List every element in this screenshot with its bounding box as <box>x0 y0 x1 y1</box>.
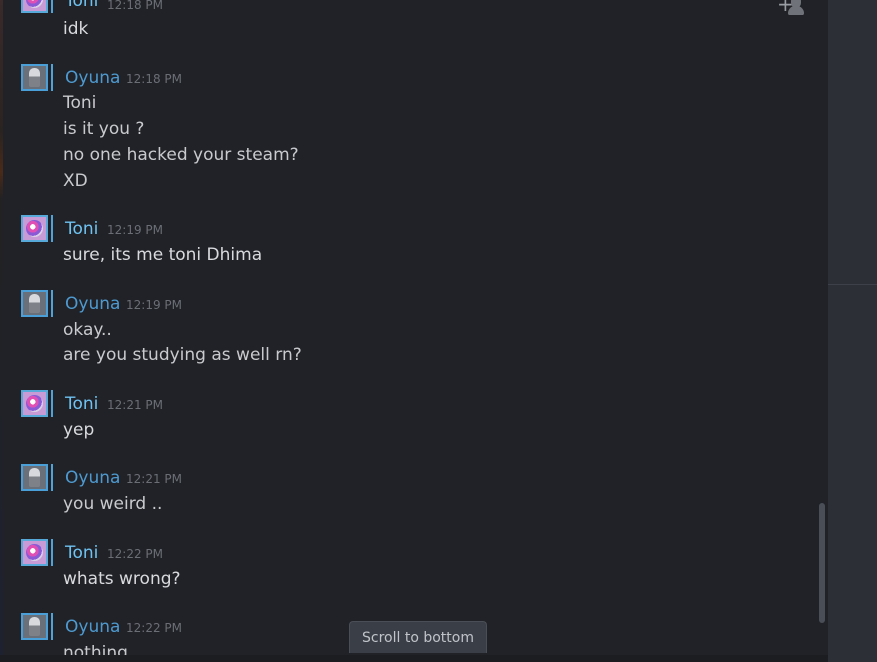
avatar[interactable] <box>21 215 55 242</box>
message-text: Toni <box>63 93 97 113</box>
avatar[interactable] <box>21 464 55 491</box>
avatar[interactable] <box>21 290 55 317</box>
sender-name[interactable]: Oyuna <box>65 468 120 488</box>
scroll-to-bottom-button[interactable]: Scroll to bottom <box>349 621 487 653</box>
sender-name[interactable]: Toni <box>65 543 98 563</box>
sender-name[interactable]: Toni <box>65 0 98 11</box>
person-body-shape <box>788 6 804 15</box>
message-timestamp: 12:18 PM <box>107 0 163 12</box>
add-friend-icon[interactable]: + <box>773 0 807 22</box>
message-text: idk <box>63 19 89 39</box>
message-text: sure, its me toni Dhima <box>63 245 263 265</box>
message-text: whats wrong? <box>63 569 181 589</box>
chat-message-list[interactable]: + Toni 12:18 PM idk Oyuna 12:18 PM Toni … <box>3 0 828 655</box>
message-timestamp: 12:22 PM <box>107 547 163 561</box>
sender-name[interactable]: Toni <box>65 219 98 239</box>
sender-name[interactable]: Oyuna <box>65 68 120 88</box>
message-text: XD <box>63 171 88 191</box>
message-text: is it you ? <box>63 119 145 139</box>
message-text: okay.. <box>63 320 112 340</box>
avatar[interactable] <box>21 390 55 417</box>
avatar[interactable] <box>21 64 55 91</box>
message-timestamp: 12:21 PM <box>126 472 182 486</box>
avatar[interactable] <box>21 0 55 13</box>
avatar[interactable] <box>21 613 55 640</box>
message-text: are you studying as well rn? <box>63 345 302 365</box>
scrollbar-thumb[interactable] <box>819 503 825 623</box>
right-side-panel <box>828 0 877 662</box>
sender-name[interactable]: Oyuna <box>65 294 120 314</box>
message-text: nothing <box>63 643 128 655</box>
message-text: no one hacked your steam? <box>63 145 299 165</box>
avatar[interactable] <box>21 539 55 566</box>
message-timestamp: 12:18 PM <box>126 72 182 86</box>
message-timestamp: 12:21 PM <box>107 398 163 412</box>
message-text: yep <box>63 420 95 440</box>
message-timestamp: 12:19 PM <box>126 298 182 312</box>
sender-name[interactable]: Oyuna <box>65 617 120 637</box>
chat-bottom-edge <box>0 655 828 662</box>
message-timestamp: 12:22 PM <box>126 621 182 635</box>
divider <box>828 284 877 285</box>
sender-name[interactable]: Toni <box>65 394 98 414</box>
message-text: you weird .. <box>63 494 163 514</box>
message-timestamp: 12:19 PM <box>107 223 163 237</box>
